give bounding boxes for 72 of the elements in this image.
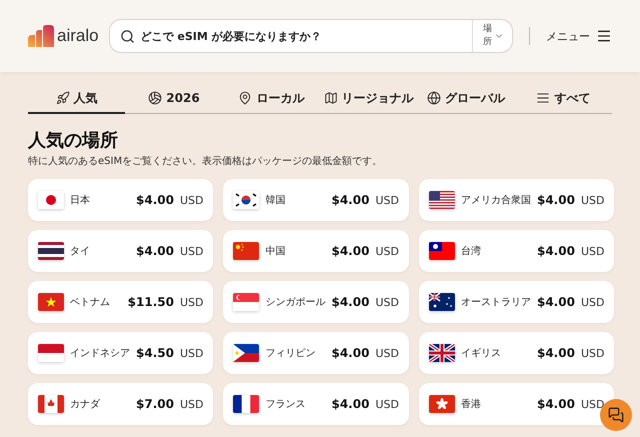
price: $11.50 — [128, 295, 174, 309]
category-tab[interactable]: 人気 — [28, 84, 126, 114]
country-name: オーストラリア — [460, 296, 531, 309]
destination-card[interactable]: シンガポール $4.00 USD — [223, 281, 409, 323]
currency: USD — [580, 296, 604, 308]
destination-card[interactable]: イギリス $4.00 USD — [418, 332, 614, 374]
currency: USD — [580, 244, 604, 258]
price: $4.00 — [536, 346, 575, 360]
destination-card[interactable]: カナダ $7.00 USD — [28, 383, 214, 425]
currency: USD — [580, 398, 604, 410]
currency: USD — [180, 296, 204, 308]
country-name: カナダ — [70, 398, 102, 411]
category-tab[interactable]: すべて — [514, 84, 612, 114]
section-subtitle: 特に人気のあるeSIMをご覧ください。表示価格はパッケージの最低金額です。 — [28, 154, 384, 168]
category-tab[interactable]: ローカル — [222, 84, 320, 114]
destination-card[interactable]: 香港 $4.00 USD — [418, 383, 614, 425]
price: $4.00 — [536, 397, 575, 411]
category-tab[interactable]: グローバル — [417, 84, 515, 114]
destination-card[interactable]: フランス $4.00 USD — [223, 383, 409, 425]
category-tab[interactable]: リージョナル — [320, 84, 418, 114]
destination-card[interactable]: アメリカ合衆国 $4.00 USD — [418, 179, 614, 221]
price: $4.00 — [536, 193, 575, 207]
destination-card[interactable]: ベトナム $11.50 USD — [28, 281, 214, 323]
destination-card[interactable]: インドネシア $4.50 USD — [28, 332, 214, 374]
currency: USD — [180, 244, 204, 258]
country-name: 中国 — [265, 244, 286, 258]
logo-text[interactable]: airalo — [57, 26, 99, 46]
price: $4.00 — [136, 193, 174, 207]
currency: USD — [180, 194, 204, 206]
currency: USD — [375, 244, 399, 258]
country-name: 台湾 — [460, 244, 482, 258]
country-name: 韓国 — [265, 194, 286, 207]
price: $4.00 — [331, 346, 370, 360]
country-name: 日本 — [70, 194, 91, 207]
country-name: タイ — [70, 245, 91, 258]
destination-card[interactable]: 韓国 $4.00 USD — [223, 179, 409, 221]
section-title: 人気の場所 — [28, 129, 119, 152]
country-name: フランス — [265, 398, 306, 411]
price: $4.00 — [331, 295, 370, 309]
currency: USD — [375, 296, 399, 308]
destination-card[interactable]: 台湾 $4.00 USD — [418, 230, 614, 272]
price: $4.00 — [136, 244, 174, 258]
price: $4.00 — [331, 244, 370, 258]
country-name: ベトナム — [70, 296, 111, 309]
currency: USD — [180, 398, 204, 410]
search-field[interactable]: どこで eSIM が必要になりますか？ 場所 — [108, 19, 513, 53]
currency: USD — [180, 346, 204, 360]
currency: USD — [580, 194, 604, 206]
currency: USD — [375, 194, 399, 206]
country-name: シンガポール — [265, 296, 326, 309]
country-name: フィリピン — [265, 347, 316, 360]
country-name: 香港 — [460, 398, 482, 411]
destination-card[interactable]: フィリピン $4.00 USD — [223, 332, 409, 374]
country-name: インドネシア — [70, 347, 130, 360]
price: $4.00 — [536, 295, 575, 309]
menu-button[interactable]: メニュー — [546, 28, 612, 44]
currency: USD — [375, 398, 399, 410]
price: $4.00 — [536, 244, 575, 258]
price: $4.50 — [136, 346, 174, 360]
destination-card[interactable]: タイ $4.00 USD — [28, 230, 214, 272]
price: $4.00 — [331, 397, 370, 411]
destination-card[interactable]: 日本 $4.00 USD — [28, 179, 214, 221]
price: $7.00 — [136, 397, 174, 411]
price: $4.00 — [331, 193, 370, 207]
country-name: イギリス — [460, 347, 502, 360]
country-name: アメリカ合衆国 — [460, 194, 531, 207]
destination-card[interactable]: オーストラリア $4.00 USD — [418, 281, 614, 323]
location-button[interactable]: 場所 — [472, 20, 512, 52]
currency: USD — [580, 346, 604, 360]
destination-card[interactable]: 中国 $4.00 USD — [223, 230, 409, 272]
currency: USD — [375, 346, 399, 360]
category-tab[interactable]: 2026 — [125, 84, 223, 114]
